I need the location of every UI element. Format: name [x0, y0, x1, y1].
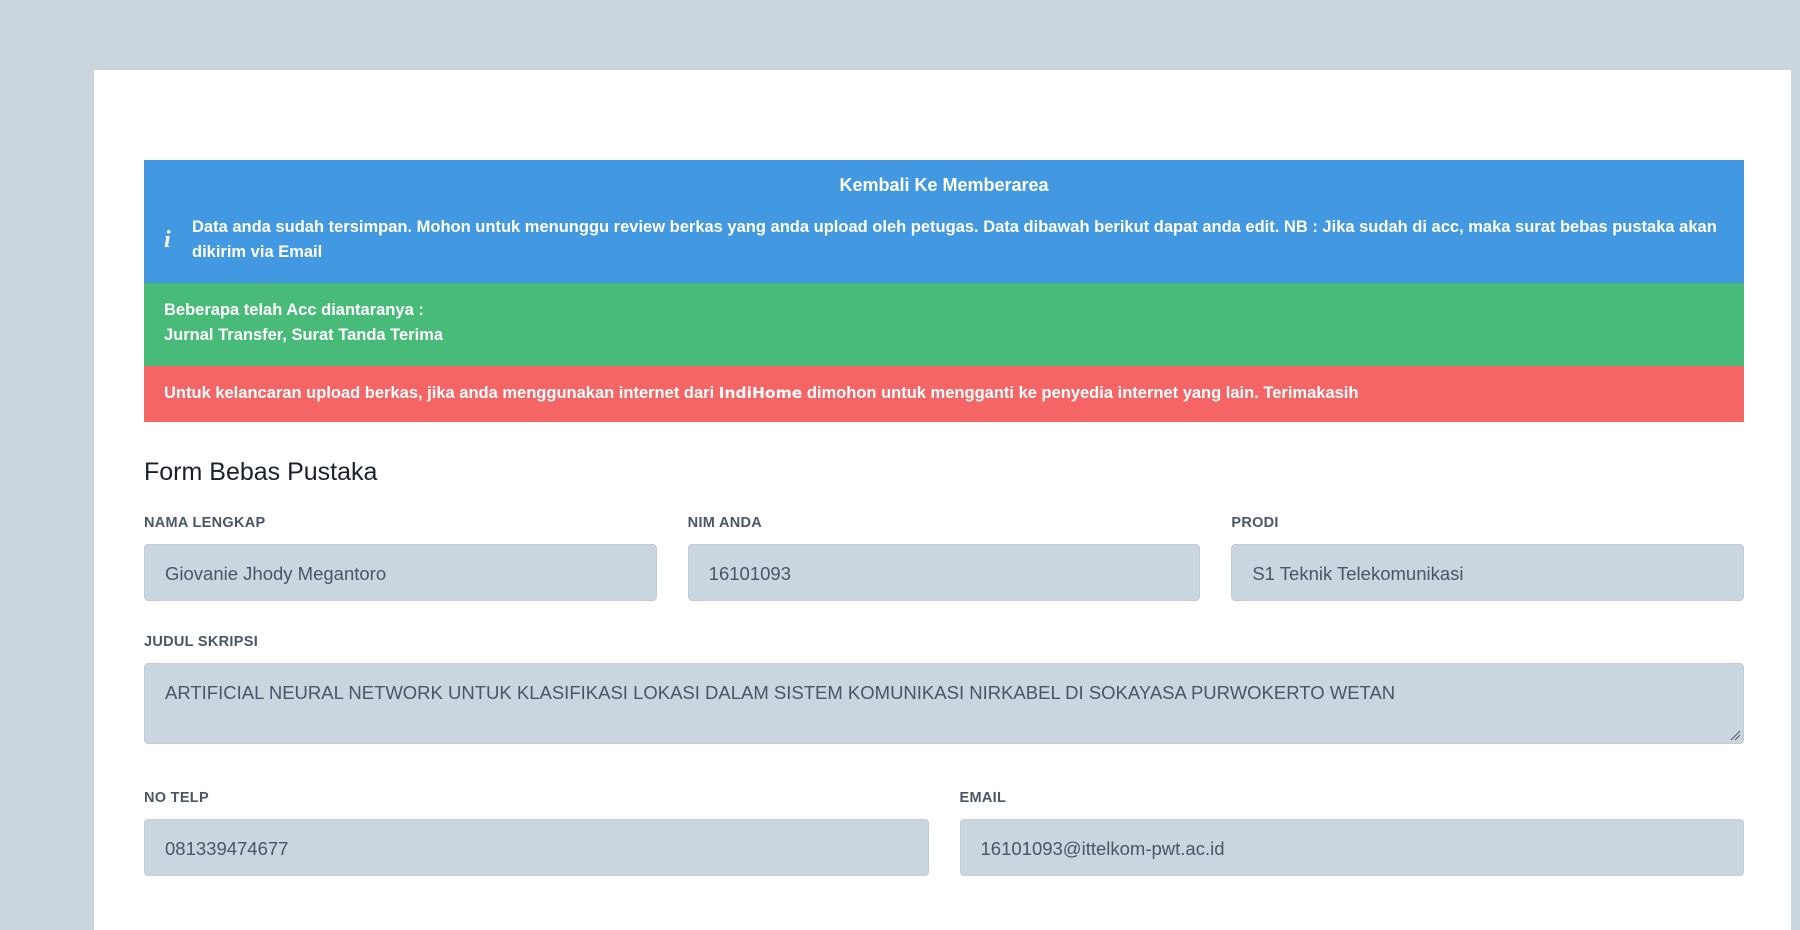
content-container: Kembali Ke Memberarea i Data anda sudah … [144, 160, 1745, 876]
info-icon: i [164, 227, 171, 253]
telp-input[interactable]: 081339474677 [144, 819, 929, 876]
info-row: i Data anda sudah tersimpan. Mohon untuk… [164, 215, 1724, 265]
acc-alert: Beberapa telah Acc diantaranya : Jurnal … [144, 283, 1744, 366]
nama-field-group: NAMA LENGKAP Giovanie Jhody Megantoro [144, 514, 657, 601]
nim-input[interactable]: 16101093 [687, 544, 1201, 601]
telp-field-group: NO TELP 081339474677 [144, 789, 929, 876]
nim-label: NIM ANDA [687, 515, 763, 531]
prodi-label: PRODI [1231, 515, 1279, 531]
email-input[interactable]: 16101093@ittelkom-pwt.ac.id [959, 819, 1744, 876]
warning-alert: Untuk kelancaran upload berkas, jika and… [144, 366, 1744, 422]
info-message: Data anda sudah tersimpan. Mohon untuk m… [192, 218, 1717, 261]
nama-input[interactable]: Giovanie Jhody Megantoro [144, 544, 657, 601]
info-alert: Kembali Ke Memberarea i Data anda sudah … [144, 160, 1744, 283]
judul-field-group: JUDUL SKRIPSI ARTIFICIAL NEURAL NETWORK … [144, 633, 1744, 744]
acc-heading: Beberapa telah Acc diantaranya : [164, 301, 424, 319]
telp-label: NO TELP [144, 790, 209, 806]
resize-handle-icon[interactable] [1729, 729, 1741, 741]
email-label: EMAIL [959, 790, 1007, 806]
main-card: Kembali Ke Memberarea i Data anda sudah … [94, 70, 1791, 930]
form-title: Form Bebas Pustaka [144, 458, 378, 486]
warning-text-before: Untuk kelancaran upload berkas, jika and… [164, 384, 719, 402]
nim-field-group: NIM ANDA 16101093 [687, 514, 1201, 601]
judul-label: JUDUL SKRIPSI [144, 634, 259, 650]
judul-textarea[interactable]: ARTIFICIAL NEURAL NETWORK UNTUK KLASIFIK… [144, 663, 1744, 744]
warning-brand: IndiHome [718, 384, 803, 402]
judul-value: ARTIFICIAL NEURAL NETWORK UNTUK KLASIFIK… [165, 682, 1396, 703]
nama-label: NAMA LENGKAP [144, 515, 266, 531]
identity-row: NAMA LENGKAP Giovanie Jhody Megantoro NI… [144, 514, 1745, 601]
back-to-memberarea-link[interactable]: Kembali Ke Memberarea [164, 175, 1724, 195]
prodi-input[interactable]: S1 Teknik Telekomunikasi [1231, 544, 1745, 601]
email-field-group: EMAIL 16101093@ittelkom-pwt.ac.id [959, 789, 1744, 876]
contact-row: NO TELP 081339474677 EMAIL 16101093@itte… [144, 789, 1744, 876]
warning-text-after: dimohon untuk mengganti ke penyedia inte… [802, 384, 1359, 402]
acc-items: Jurnal Transfer, Surat Tanda Terima [164, 326, 444, 344]
prodi-field-group: PRODI S1 Teknik Telekomunikasi [1231, 514, 1745, 601]
